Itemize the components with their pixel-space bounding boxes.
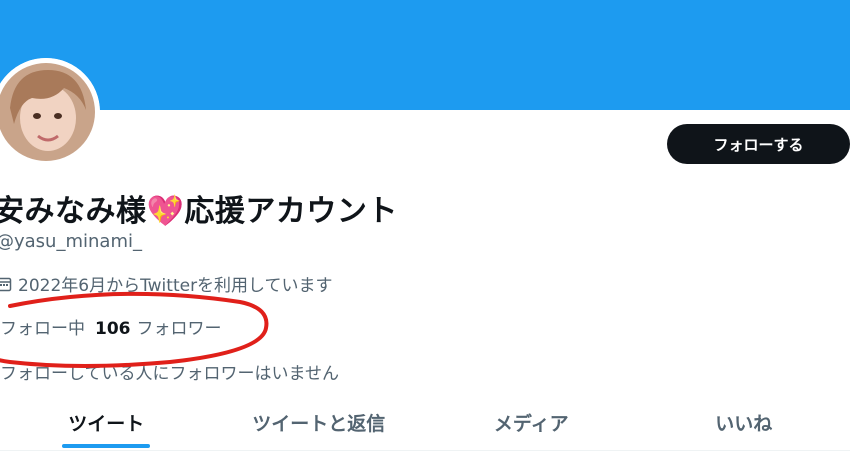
- avatar[interactable]: [0, 58, 100, 166]
- tab-media[interactable]: メディア: [425, 395, 638, 450]
- user-handle: @yasu_minami_: [0, 231, 142, 252]
- followers-link[interactable]: フォロワー: [137, 319, 222, 339]
- tab-tweets[interactable]: ツイート: [0, 395, 213, 450]
- followers-count[interactable]: 106: [95, 319, 131, 339]
- join-date: 2022年6月からTwitterを利用しています: [0, 271, 333, 296]
- calendar-icon: [0, 276, 12, 292]
- follow-button[interactable]: フォローする: [667, 124, 850, 164]
- tab-tweets-and-replies[interactable]: ツイートと返信: [213, 395, 426, 450]
- followers-you-follow-note: フォローしている人にフォロワーはいません: [0, 359, 339, 384]
- display-name: 安みなみ様💖応援アカウント: [0, 186, 398, 230]
- join-date-text: 2022年6月からTwitterを利用しています: [18, 271, 333, 296]
- follow-stats: フォロー中 106 フォロワー: [0, 314, 222, 339]
- tab-likes[interactable]: いいね: [638, 395, 850, 450]
- profile-banner[interactable]: [0, 0, 850, 110]
- profile-tabs: ツイート ツイートと返信 メディア いいね: [0, 395, 850, 451]
- following-link[interactable]: フォロー中: [0, 319, 85, 339]
- active-tab-indicator: [62, 444, 150, 448]
